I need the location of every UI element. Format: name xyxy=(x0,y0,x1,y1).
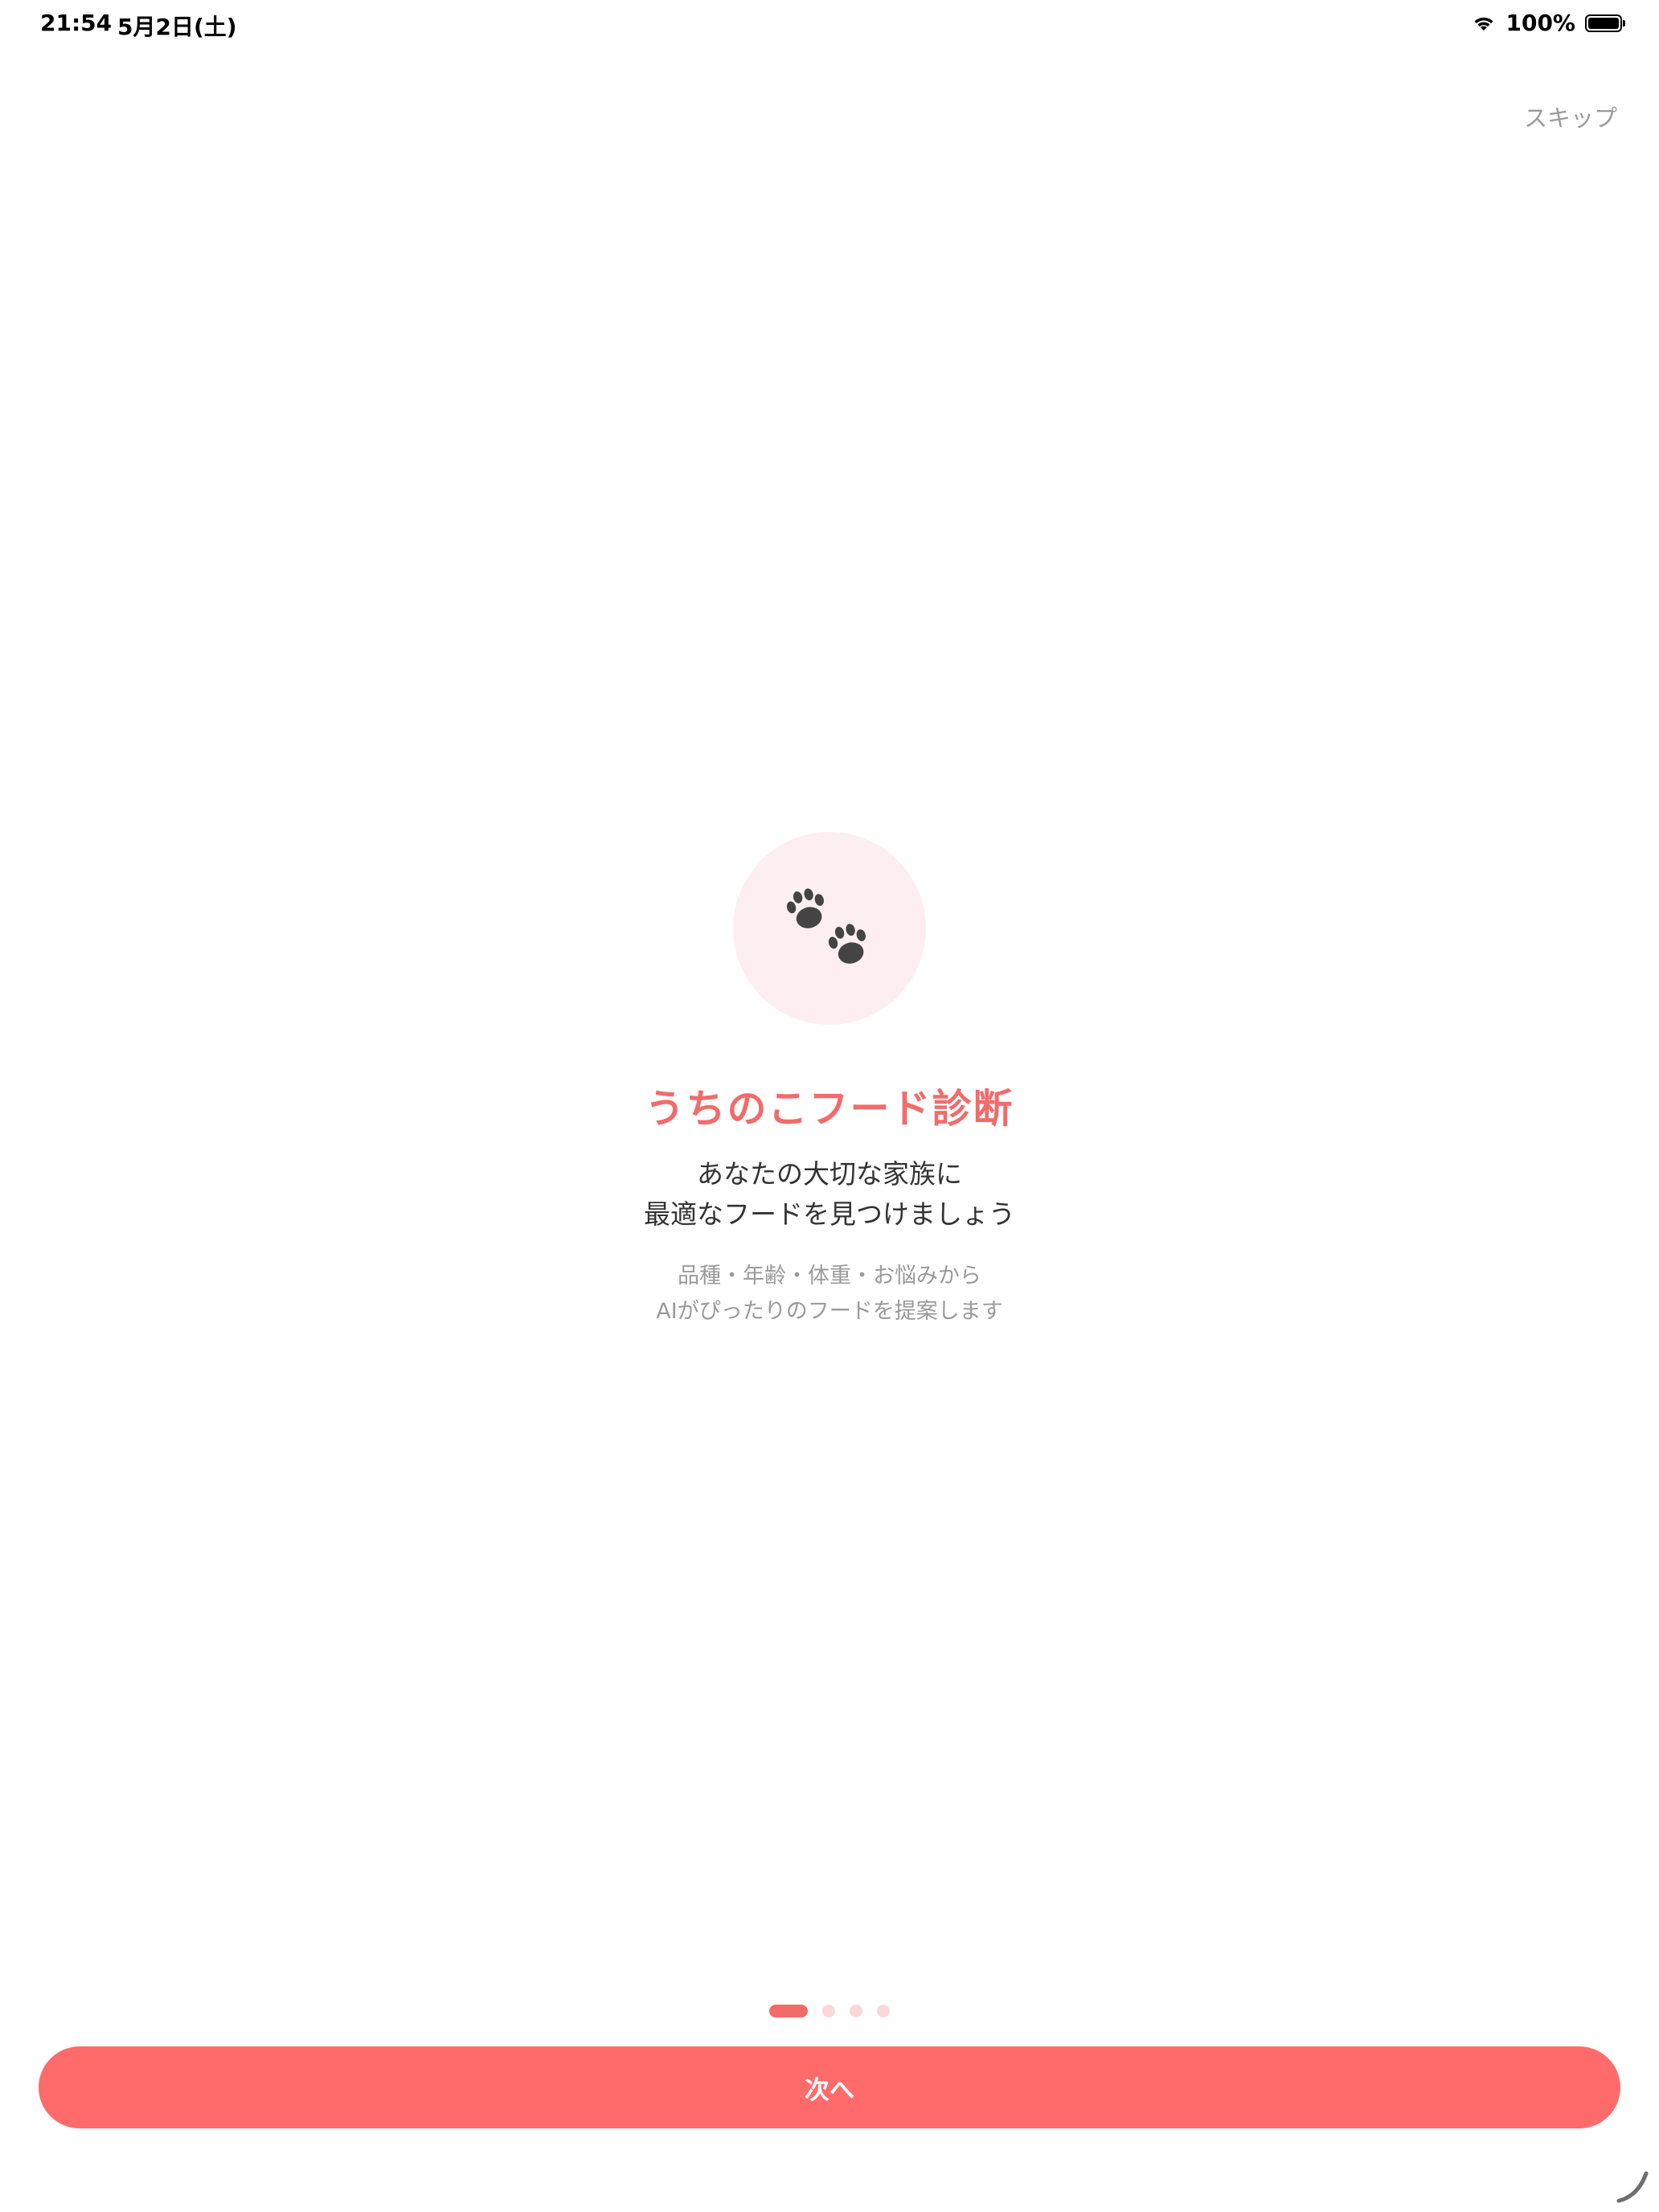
page-dot-3[interactable] xyxy=(850,2005,862,2017)
page-dot-4[interactable] xyxy=(877,2005,890,2017)
next-button[interactable]: 次へ xyxy=(39,2046,1620,2128)
skip-button[interactable]: スキップ xyxy=(1524,100,1617,133)
status-time: 21:54 xyxy=(40,10,113,36)
page-dot-2[interactable] xyxy=(822,2005,835,2017)
paw-prints-icon xyxy=(781,884,878,973)
wifi-icon xyxy=(1472,14,1496,32)
page-title: うちのこフード診断 xyxy=(645,1086,1014,1132)
subtitle: あなたの大切な家族に 最適なフードを見つけましょう xyxy=(0,1154,1659,1235)
page-dot-1[interactable] xyxy=(769,2005,808,2017)
status-bar: 21:54 5月2日(土) 100% xyxy=(0,0,1659,51)
status-indicators: 100% xyxy=(1472,10,1625,36)
subtitle-line-2: 最適なフードを見つけましょう xyxy=(644,1198,1015,1230)
hero-icon-circle xyxy=(733,832,926,1025)
description: 品種・年齢・体重・お悩みから AIがぴったりのフードを提案します xyxy=(0,1259,1659,1329)
battery-icon xyxy=(1585,14,1625,32)
status-date: 5月2日(土) xyxy=(117,14,237,40)
description-line-1: 品種・年齢・体重・お悩みから xyxy=(678,1264,981,1288)
page-indicator xyxy=(0,2005,1659,2017)
battery-percentage: 100% xyxy=(1505,10,1575,36)
description-line-2: AIがぴったりのフードを提案します xyxy=(656,1299,1003,1324)
subtitle-line-1: あなたの大切な家族に xyxy=(697,1158,962,1190)
corner-swipe-indicator[interactable] xyxy=(1614,2167,1653,2206)
